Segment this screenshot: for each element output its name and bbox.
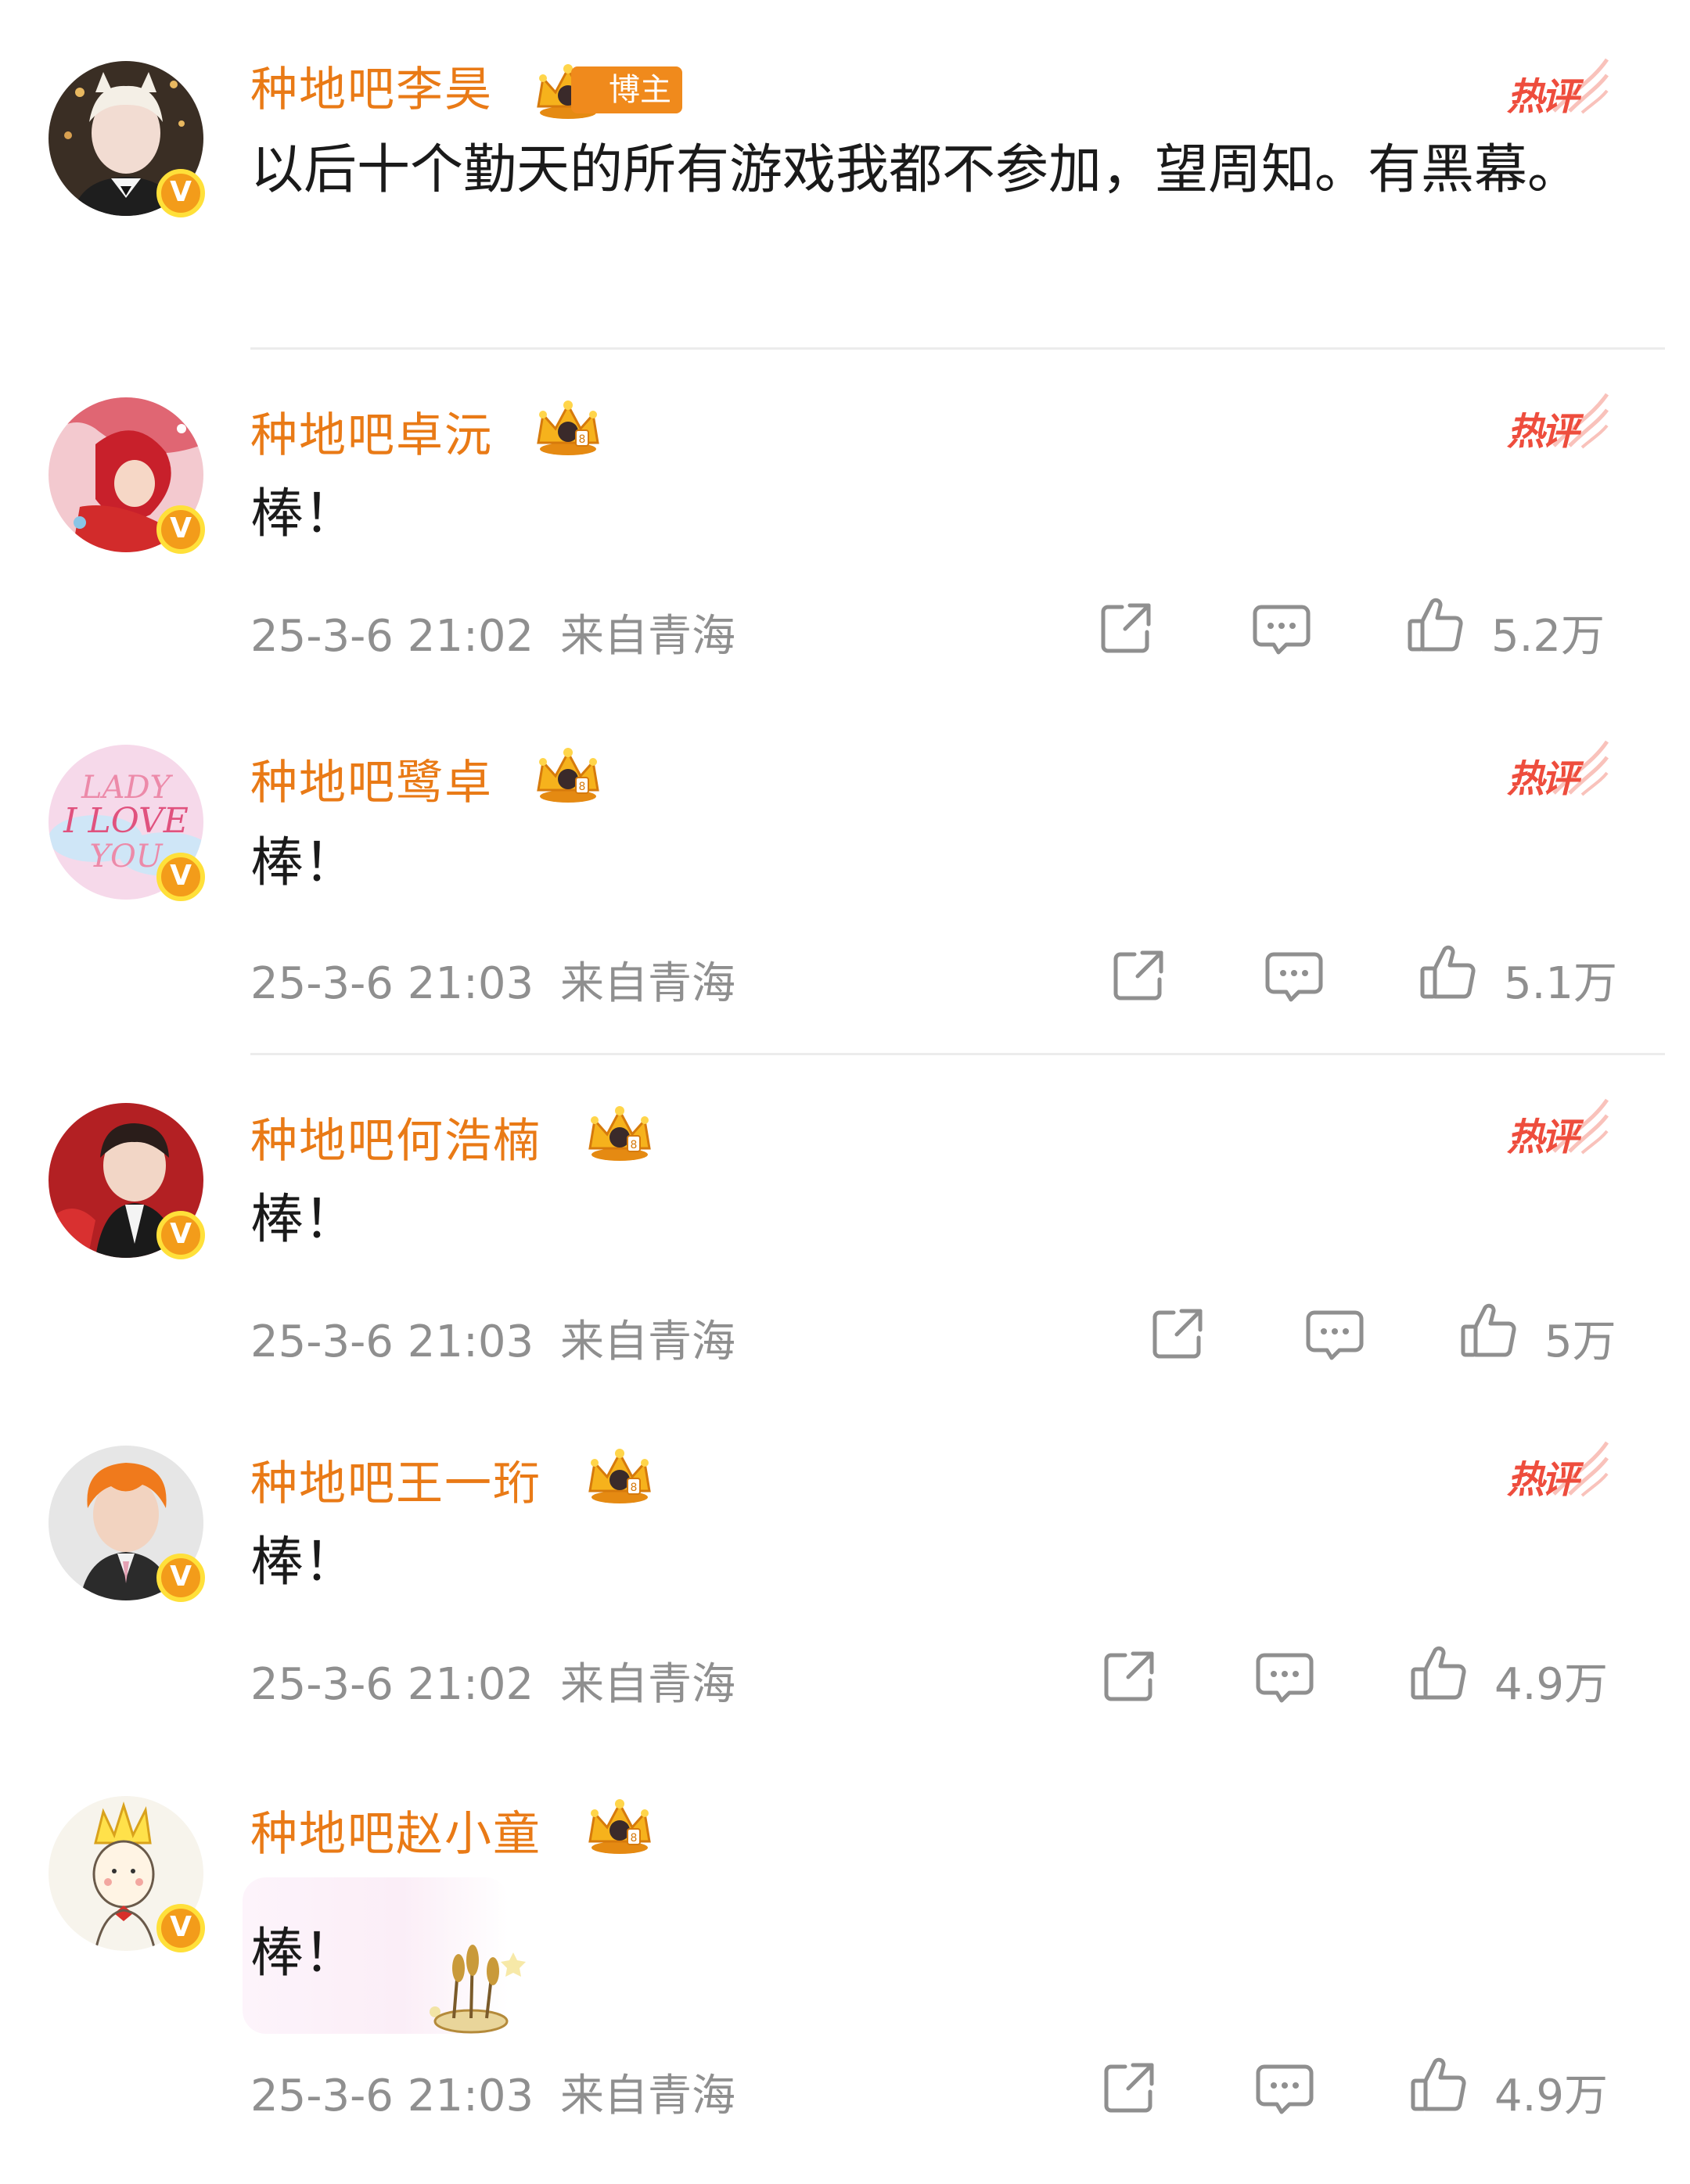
share-icon[interactable]	[1098, 1644, 1161, 1707]
verified-badge: V	[156, 169, 205, 217]
avatar[interactable]: V	[49, 1103, 205, 1259]
comment-meta: 25-3-6 21:02 来自青海	[250, 1649, 735, 1712]
svg-text:YOU: YOU	[90, 839, 164, 875]
verified-badge: V	[156, 1211, 205, 1259]
avatar[interactable]: V	[49, 397, 205, 554]
like-icon[interactable]	[1404, 594, 1466, 657]
avatar[interactable]: V	[49, 1446, 205, 1602]
share-icon[interactable]	[1147, 1302, 1210, 1364]
comment-location: 来自青海	[559, 1317, 735, 1367]
like-count: 4.9万	[1494, 2071, 1609, 2121]
avatar[interactable]: V	[49, 61, 205, 217]
like-icon[interactable]	[1407, 1643, 1469, 1705]
like-icon[interactable]	[1416, 942, 1479, 1004]
comment-time: 25-3-6 21:03	[250, 1317, 534, 1367]
comment-meta: 25-3-6 21:03 来自青海	[250, 948, 735, 1011]
comment-location: 来自青海	[559, 611, 735, 662]
verified-badge: V	[156, 853, 205, 901]
username[interactable]: 种地吧李昊	[250, 52, 493, 120]
verified-badge: V	[156, 505, 205, 554]
hot-comment-label: 热评	[1507, 1458, 1579, 1502]
hot-comment-icon: 热评	[1507, 738, 1609, 801]
hot-comment-icon: 热评	[1507, 1097, 1609, 1159]
hot-comment-label: 热评	[1507, 1115, 1579, 1159]
hot-comment-icon: 热评	[1507, 391, 1609, 454]
hot-comment-label: 热评	[1507, 757, 1579, 801]
share-icon[interactable]	[1095, 596, 1158, 659]
comment-meta: 25-3-6 21:03 来自青海	[250, 2060, 735, 2124]
like-icon[interactable]	[1457, 1300, 1519, 1363]
comment-icon[interactable]	[1303, 1303, 1366, 1366]
crown-icon	[584, 1796, 656, 1855]
username[interactable]: 种地吧卓沅	[250, 397, 493, 465]
comment-icon[interactable]	[1263, 945, 1325, 1008]
verified-badge: V	[156, 1554, 205, 1602]
username[interactable]: 种地吧何浩楠	[250, 1103, 541, 1171]
comment-time: 25-3-6 21:02	[250, 611, 534, 662]
svg-text:I LOVE: I LOVE	[63, 801, 189, 841]
like-icon[interactable]	[1407, 2054, 1469, 2117]
like-count: 5.2万	[1491, 611, 1606, 662]
like-count: 5.1万	[1504, 958, 1618, 1009]
hot-comment-label: 热评	[1507, 410, 1579, 454]
comment-icon[interactable]	[1250, 598, 1313, 660]
crown-icon	[532, 397, 604, 457]
comment-meta: 25-3-6 21:03 来自青海	[250, 1306, 735, 1370]
comment-location: 来自青海	[559, 2071, 735, 2121]
crown-icon	[532, 745, 604, 804]
username[interactable]: 种地吧赵小童	[250, 1796, 541, 1864]
comment-text: 以后十个勤天的所有游戏我都不参加，望周知。有黑幕。	[250, 139, 1581, 201]
username[interactable]: 种地吧鹭卓	[250, 745, 493, 813]
like-count: 4.9万	[1494, 1659, 1609, 1710]
share-icon[interactable]	[1098, 2056, 1161, 2118]
comment-icon[interactable]	[1253, 2057, 1316, 2120]
verified-badge: V	[156, 1904, 205, 1952]
blogger-tag: 博主	[571, 66, 682, 113]
comment-location: 来自青海	[559, 958, 735, 1009]
hot-comment-icon: 热评	[1507, 56, 1609, 119]
comment-text: 棒！	[250, 483, 358, 545]
comment-text: 棒！	[250, 1532, 358, 1593]
crown-icon	[584, 1446, 656, 1505]
hot-comment-label: 热评	[1507, 75, 1579, 119]
crown-icon	[584, 1103, 656, 1162]
comment-icon[interactable]	[1253, 1646, 1316, 1708]
wheat-sticker-icon	[430, 1945, 526, 2034]
comment-location: 来自青海	[559, 1659, 735, 1710]
divider	[250, 1053, 1665, 1055]
divider	[250, 347, 1665, 350]
comment-meta: 25-3-6 21:02 来自青海	[250, 601, 735, 664]
avatar[interactable]: V	[49, 1796, 205, 1952]
avatar[interactable]: LADY I LOVE YOU V	[49, 745, 205, 901]
hot-comment-icon: 热评	[1507, 1439, 1609, 1502]
share-icon[interactable]	[1108, 943, 1170, 1006]
username[interactable]: 种地吧王一珩	[250, 1446, 541, 1514]
comment-time: 25-3-6 21:03	[250, 2071, 534, 2121]
comment-text: 棒！	[250, 1189, 358, 1251]
comment-time: 25-3-6 21:03	[250, 958, 534, 1009]
comment-text: 棒！	[250, 832, 358, 894]
comment-time: 25-3-6 21:02	[250, 1659, 534, 1710]
like-count: 5万	[1544, 1317, 1616, 1367]
